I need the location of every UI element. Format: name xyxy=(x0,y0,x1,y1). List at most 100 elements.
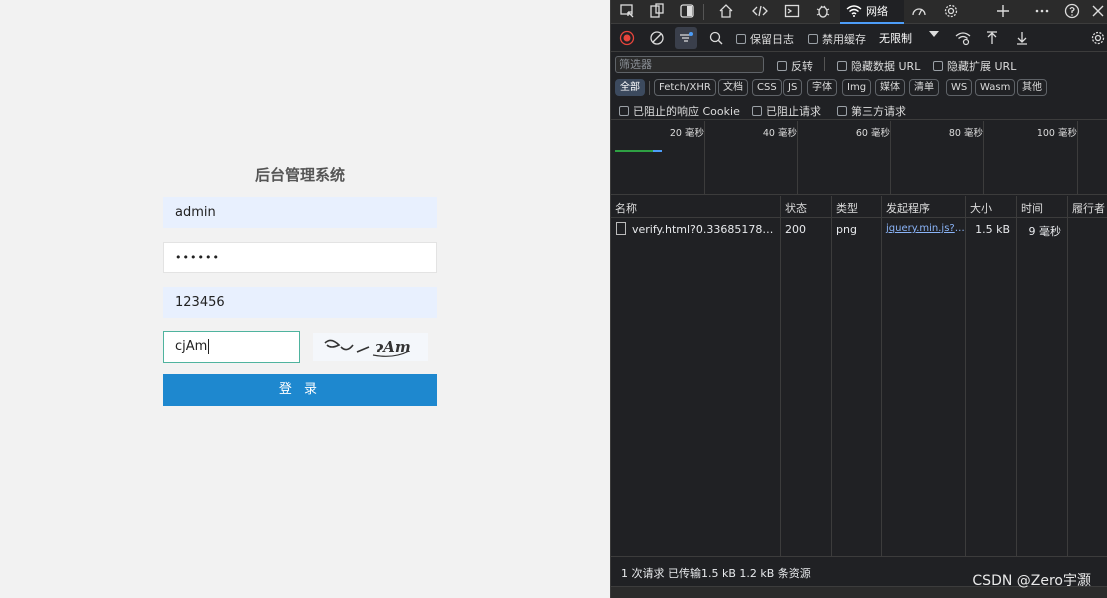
table-row[interactable]: verify.html?0.336851784910... 200 png jq… xyxy=(611,219,1107,241)
column-name[interactable]: 名称 xyxy=(611,200,779,216)
inspect-icon[interactable] xyxy=(615,0,639,22)
invert-checkbox[interactable]: 反转 xyxy=(777,58,813,74)
username-input[interactable]: admin xyxy=(163,197,437,228)
wifi-icon xyxy=(846,5,862,17)
divider xyxy=(824,57,825,71)
grid-line xyxy=(890,121,891,195)
type-chip-wasm[interactable]: Wasm xyxy=(975,79,1016,96)
throttling-select[interactable]: 无限制 xyxy=(879,30,912,46)
hide-extension-urls-checkbox[interactable]: 隐藏扩展 URL xyxy=(933,58,1016,74)
type-chip-js[interactable]: JS xyxy=(783,79,803,96)
import-har-icon[interactable] xyxy=(981,27,1003,49)
login-button[interactable]: 登 录 xyxy=(163,374,437,406)
column-fulfilled-by[interactable]: 履行者 xyxy=(1068,200,1107,216)
help-icon[interactable] xyxy=(1060,0,1084,22)
hide-data-urls-checkbox[interactable]: 隐藏数据 URL xyxy=(837,58,920,74)
preserve-log-checkbox[interactable]: 保留日志 xyxy=(736,31,794,47)
record-icon[interactable] xyxy=(616,27,638,49)
type-chip-font[interactable]: 字体 xyxy=(807,79,837,96)
sources-bug-icon[interactable] xyxy=(811,0,835,22)
chevron-down-icon[interactable] xyxy=(929,31,939,37)
column-divider xyxy=(831,196,832,556)
tick-label: 40 毫秒 xyxy=(762,128,797,139)
elements-code-icon[interactable] xyxy=(748,0,772,22)
request-bar xyxy=(653,150,662,152)
blocked-requests-label: 已阻止请求 xyxy=(766,105,821,118)
type-chip-fetch-xhr[interactable]: Fetch/XHR xyxy=(654,79,716,96)
search-icon[interactable] xyxy=(705,27,727,49)
column-status[interactable]: 状态 xyxy=(781,200,831,216)
password-input[interactable]: •••••• xyxy=(163,242,437,273)
column-divider xyxy=(1067,196,1068,556)
type-chip-other[interactable]: 其他 xyxy=(1017,79,1047,96)
tab-network[interactable]: 网络 xyxy=(840,0,904,24)
filter-icon[interactable] xyxy=(675,27,697,49)
tick-label: 100 毫秒 xyxy=(1036,128,1077,139)
timeline-overview[interactable]: 20 毫秒 40 毫秒 60 毫秒 80 毫秒 100 毫秒 xyxy=(611,121,1107,195)
console-icon[interactable] xyxy=(780,0,804,22)
preserve-log-label: 保留日志 xyxy=(750,33,794,46)
hide-data-urls-label: 隐藏数据 URL xyxy=(851,60,921,73)
captcha-input[interactable]: cjAm xyxy=(163,331,300,363)
type-chip-doc[interactable]: 文档 xyxy=(718,79,748,96)
close-icon[interactable] xyxy=(1086,0,1107,22)
blocked-requests-checkbox[interactable]: 已阻止请求 xyxy=(752,103,821,119)
export-har-icon[interactable] xyxy=(1011,27,1033,49)
row-initiator-link[interactable]: jquery.min.js?v=... xyxy=(882,223,965,234)
network-settings-gear-icon[interactable] xyxy=(1087,27,1107,49)
captcha-image[interactable]: ɂAm xyxy=(313,333,428,361)
third-party-checkbox[interactable]: 第三方请求 xyxy=(837,103,906,119)
blocked-filter-bar: 已阻止的响应 Cookie 已阻止请求 第三方请求 xyxy=(611,100,1107,120)
dock-side-icon[interactable] xyxy=(675,0,699,22)
code-input[interactable]: 123456 xyxy=(163,287,437,318)
clear-icon[interactable] xyxy=(646,27,668,49)
disable-cache-checkbox[interactable]: 禁用缓存 xyxy=(808,31,866,47)
type-chip-manifest[interactable]: 清单 xyxy=(909,79,939,96)
captcha-glyphs: ɂAm xyxy=(375,338,411,356)
more-options-icon[interactable] xyxy=(1030,0,1054,22)
row-status: 200 xyxy=(785,223,806,236)
row-name[interactable]: verify.html?0.336851784910... xyxy=(628,223,779,236)
add-tab-icon[interactable] xyxy=(991,0,1015,22)
network-toolbar: 保留日志 禁用缓存 无限制 xyxy=(611,25,1107,52)
tick-label: 60 毫秒 xyxy=(855,128,890,139)
hide-extension-urls-label: 隐藏扩展 URL xyxy=(947,60,1017,73)
tick-label: 20 毫秒 xyxy=(669,128,704,139)
row-time: 9 毫秒 xyxy=(1028,225,1062,238)
column-type[interactable]: 类型 xyxy=(832,200,882,216)
devtools-panel: 网络 保留日志 禁用缓存 无限制 筛选器 反转 隐藏数据 URL 隐藏扩展 UR… xyxy=(610,0,1107,598)
column-divider xyxy=(965,196,966,556)
column-initiator[interactable]: 发起程序 xyxy=(882,200,966,216)
text-caret xyxy=(208,339,210,354)
row-type: png xyxy=(836,223,857,236)
performance-icon[interactable] xyxy=(907,0,931,22)
blocked-cookies-checkbox[interactable]: 已阻止的响应 Cookie xyxy=(619,103,740,119)
third-party-label: 第三方请求 xyxy=(851,105,906,118)
disable-cache-label: 禁用缓存 xyxy=(822,33,866,46)
settings-gear-icon[interactable] xyxy=(939,0,963,22)
type-chip-css[interactable]: CSS xyxy=(752,79,782,96)
login-page: 后台管理系统 admin •••••• 123456 cjAm ɂAm 登 录 xyxy=(0,0,610,598)
grid-line xyxy=(1077,121,1078,195)
column-size[interactable]: 大小 xyxy=(966,200,1016,216)
filter-input[interactable]: 筛选器 xyxy=(615,56,764,73)
divider xyxy=(703,4,704,20)
row-size: 1.5 kB xyxy=(975,223,1010,236)
blocked-cookies-label: 已阻止的响应 Cookie xyxy=(633,105,740,118)
tab-network-label: 网络 xyxy=(866,5,888,18)
watermark: CSDN @Zero宇灏 xyxy=(972,573,1091,589)
invert-label: 反转 xyxy=(791,60,813,73)
welcome-home-icon[interactable] xyxy=(714,0,738,22)
column-time[interactable]: 时间 xyxy=(1017,200,1067,216)
tick-label: 80 毫秒 xyxy=(948,128,983,139)
network-conditions-icon[interactable] xyxy=(952,27,974,49)
requests-table-header: 名称 状态 类型 发起程序 大小 时间 履行者 xyxy=(611,196,1107,218)
type-chip-all[interactable]: 全部 xyxy=(615,79,645,96)
divider xyxy=(649,81,650,95)
type-chip-img[interactable]: Img xyxy=(842,79,872,96)
type-chip-media[interactable]: 媒体 xyxy=(875,79,905,96)
grid-line xyxy=(797,121,798,195)
device-toolbar-icon[interactable] xyxy=(645,0,669,22)
type-chip-ws[interactable]: WS xyxy=(946,79,973,96)
request-bar xyxy=(615,150,653,152)
